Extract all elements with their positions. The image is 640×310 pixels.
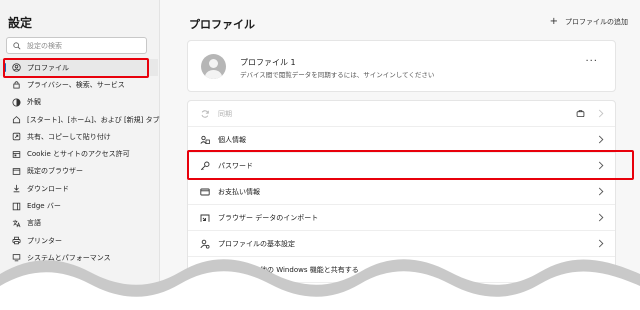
sidebar-item-label: 共有、コピーして貼り付け: [27, 132, 111, 141]
sidebar-item-start-home[interactable]: [スタート]、[ホーム]、および [新規] タブ: [0, 111, 160, 128]
profile-icon: [12, 63, 21, 72]
chevron-right-icon: [598, 239, 604, 250]
add-profile-button[interactable]: + プロファイルの追加: [550, 16, 628, 27]
profile-settings-icon: [200, 239, 210, 249]
row-personal-info[interactable]: 個人情報: [188, 127, 615, 153]
row-label: パスワード: [218, 161, 253, 170]
chevron-right-icon: [598, 213, 604, 224]
chevron-right-icon: [598, 109, 604, 120]
edge-bar-icon: [12, 202, 21, 211]
browser-icon: [12, 167, 21, 176]
sidebar-item-label: 外観: [27, 98, 41, 107]
sidebar-item-appearance[interactable]: 外観: [0, 94, 158, 111]
sidebar-title: 設定: [8, 16, 33, 30]
sidebar-item-languages[interactable]: 言語: [0, 215, 158, 232]
avatar: [201, 54, 226, 79]
chevron-right-icon: [598, 187, 604, 198]
home-icon: [12, 115, 21, 124]
download-icon: [12, 184, 21, 193]
sidebar-item-label: [スタート]、[ホーム]、および [新規] タブ: [27, 115, 160, 124]
profile-sync-message: デバイス間で閲覧データを同期するには、サインインしてください: [240, 71, 435, 79]
add-profile-label: プロファイルの追加: [565, 17, 628, 26]
sync-icon: [200, 109, 210, 119]
sidebar-item-printers[interactable]: プリンター: [0, 232, 158, 249]
sidebar-item-share[interactable]: 共有、コピーして貼り付け: [0, 128, 158, 145]
import-icon: [200, 213, 210, 223]
row-import-data[interactable]: ブラウザー データのインポート: [188, 205, 615, 231]
appearance-icon: [12, 98, 21, 107]
profile-card: プロファイル 1 デバイス間で閲覧データを同期するには、サインインしてください …: [187, 40, 616, 92]
row-payment-info[interactable]: お支払い情報: [188, 179, 615, 205]
language-icon: [12, 219, 21, 228]
active-indicator: [4, 63, 6, 72]
sidebar-item-privacy[interactable]: プライバシー、検索、サービス: [0, 76, 158, 93]
sidebar-item-profile[interactable]: プロファイル: [0, 59, 158, 77]
sidebar-nav: プロファイル プライバシー、検索、サービス 外観 [スタート]、[ホーム]、およ…: [0, 59, 160, 267]
cookie-icon: [12, 150, 21, 159]
chevron-right-icon: [598, 161, 604, 172]
sidebar-item-label: Edge バー: [27, 202, 61, 211]
key-icon: [200, 161, 210, 171]
row-label: プロファイルの基本設定: [218, 239, 295, 248]
sidebar-item-label: ダウンロード: [27, 184, 69, 193]
sidebar-item-label: プリンター: [27, 236, 62, 245]
torn-edge-decoration: [0, 259, 640, 310]
profile-name: プロファイル 1: [240, 58, 296, 67]
plus-icon: +: [549, 16, 558, 27]
settings-search-box[interactable]: [6, 37, 147, 54]
sidebar-item-label: 既定のブラウザー: [27, 167, 83, 176]
sidebar-item-label: 言語: [27, 219, 41, 228]
lock-icon: [12, 80, 21, 89]
row-passwords[interactable]: パスワード: [188, 153, 615, 179]
sidebar-item-label: Cookie とサイトのアクセス許可: [27, 150, 130, 159]
row-label: お支払い情報: [218, 187, 260, 196]
share-icon: [12, 132, 21, 141]
row-sync[interactable]: 同期: [188, 101, 615, 127]
sidebar-item-cookies[interactable]: Cookie とサイトのアクセス許可: [0, 145, 158, 162]
search-icon: [13, 41, 21, 49]
personal-info-icon: [200, 135, 210, 145]
sidebar-item-label: プロファイル: [27, 63, 69, 72]
printer-icon: [12, 236, 21, 245]
briefcase-icon: [576, 109, 585, 120]
card-icon: [200, 187, 210, 197]
chevron-right-icon: [598, 135, 604, 146]
sidebar-item-label: プライバシー、検索、サービス: [27, 80, 125, 89]
sidebar-item-edge-bar[interactable]: Edge バー: [0, 197, 158, 214]
page-title: プロファイル: [189, 18, 255, 31]
more-options-button[interactable]: ···: [585, 56, 598, 67]
sidebar-item-downloads[interactable]: ダウンロード: [0, 180, 158, 197]
settings-search-input[interactable]: [27, 41, 137, 50]
row-label: 個人情報: [218, 135, 246, 144]
row-label: 同期: [218, 109, 232, 118]
row-label: ブラウザー データのインポート: [218, 213, 319, 222]
sidebar-item-default-browser[interactable]: 既定のブラウザー: [0, 163, 158, 180]
